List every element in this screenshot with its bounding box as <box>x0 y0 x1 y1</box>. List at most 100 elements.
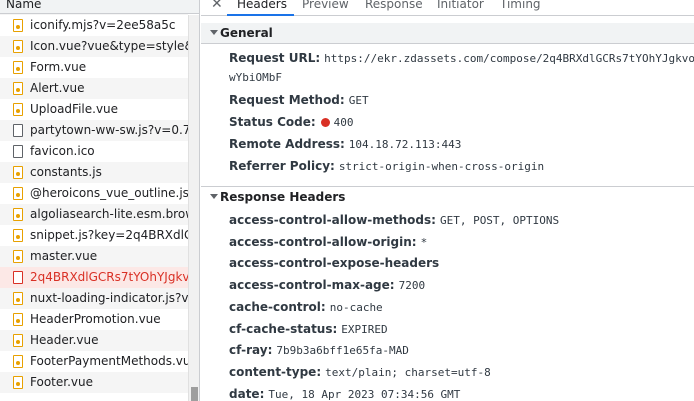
header-key: access-control-max-age: <box>229 278 395 293</box>
name-column-header[interactable]: Name <box>0 0 199 14</box>
response-header-row: cf-cache-status: EXPIRED <box>229 322 388 336</box>
request-rows: offline.mjs?v=2ee58a5ciconify.mjs?v=2ee5… <box>0 0 188 393</box>
request-row[interactable]: Icon.vue?vue&type=style&in... <box>0 36 188 57</box>
close-icon[interactable]: ✕ <box>211 0 223 12</box>
request-name: master.vue <box>30 249 98 263</box>
request-url-value-continued: wYbiOMbF <box>229 71 282 84</box>
response-headers-section-header[interactable]: Response Headers <box>201 186 694 207</box>
header-value: EXPIRED <box>341 322 388 336</box>
request-name: @heroicons_vue_outline.js?... <box>30 186 188 200</box>
request-name: constants.js <box>30 165 102 179</box>
request-row[interactable]: iconify.mjs?v=2ee58a5c <box>0 15 188 36</box>
response-header-row: cache-control: no-cache <box>229 300 383 314</box>
request-name: algoliasearch-lite.esm.brows... <box>30 207 188 221</box>
request-row[interactable]: master.vue <box>0 246 188 267</box>
request-row[interactable]: constants.js <box>0 162 188 183</box>
status-code-value: 400 <box>333 116 354 129</box>
request-row[interactable]: Form.vue <box>0 57 188 78</box>
tab-initiator[interactable]: Initiator <box>437 0 484 11</box>
header-key: content-type: <box>229 364 322 379</box>
request-url-row: Request URL: https://ekr.zdassets.com/com… <box>229 51 694 65</box>
request-name: UploadFile.vue <box>30 102 119 116</box>
status-code-label: Status Code: <box>229 115 316 129</box>
header-value: text/plain; charset=utf-8 <box>325 365 491 379</box>
remote-address-value: 104.18.72.113:443 <box>348 138 462 151</box>
request-name: favicon.ico <box>30 144 95 158</box>
header-key: cf-cache-status: <box>229 321 338 336</box>
request-row[interactable]: Header.vue <box>0 330 188 351</box>
request-row[interactable]: UploadFile.vue <box>0 99 188 120</box>
request-row[interactable]: nuxt-loading-indicator.js?v=2... <box>0 288 188 309</box>
header-value: Tue, 18 Apr 2023 07:34:56 GMT <box>268 387 461 401</box>
request-row[interactable]: HeaderPromotion.vue <box>0 309 188 330</box>
request-name: FooterPaymentMethods.vue <box>30 354 188 368</box>
js-file-icon <box>13 187 23 200</box>
request-row[interactable]: Footer.vue <box>0 372 188 393</box>
request-row[interactable]: partytown-ww-sw.js?v=0.7.6 <box>0 120 188 141</box>
js-file-icon <box>13 292 23 305</box>
js-file-icon <box>13 229 23 242</box>
header-key: access-control-allow-origin: <box>229 234 417 249</box>
request-row-selected[interactable]: 2q4BRXdlGCRs7tYOhYJgkvo... <box>0 267 188 288</box>
header-key: cache-control: <box>229 299 326 314</box>
header-value: no-cache <box>329 300 383 314</box>
details-tab-bar: ✕ Headers Preview Response Initiator Tim… <box>201 0 694 16</box>
tab-response[interactable]: Response <box>365 0 423 11</box>
response-header-row: access-control-allow-origin: * <box>229 235 427 249</box>
header-value: GET, POST, OPTIONS <box>439 214 560 227</box>
request-row[interactable]: FooterPaymentMethods.vue <box>0 351 188 372</box>
request-name: Alert.vue <box>30 81 85 95</box>
request-name: snippet.js?key=2q4BRXdlGC... <box>30 228 188 242</box>
request-row[interactable]: favicon.ico <box>0 141 188 162</box>
referrer-policy-row: Referrer Policy: strict-origin-when-cross… <box>229 159 544 173</box>
tab-headers[interactable]: Headers <box>237 0 287 11</box>
general-section-title: General <box>220 26 273 40</box>
response-header-row: access-control-max-age: 7200 <box>229 278 425 292</box>
request-method-row: Request Method: GET <box>229 93 369 107</box>
js-file-icon <box>13 166 23 179</box>
request-name: nuxt-loading-indicator.js?v=2... <box>30 291 188 305</box>
header-value: 7200 <box>398 279 426 293</box>
request-method-label: Request Method: <box>229 93 345 107</box>
request-list-scrollbar[interactable] <box>188 15 199 401</box>
header-value: * <box>420 235 428 249</box>
request-name: 2q4BRXdlGCRs7tYOhYJgkvo... <box>30 270 188 284</box>
js-file-icon <box>13 61 23 74</box>
referrer-policy-label: Referrer Policy: <box>229 159 335 173</box>
header-value: 7b9b3a6bff1e65fa-MAD <box>276 344 409 358</box>
general-section-header[interactable]: General <box>201 23 694 44</box>
tab-timing[interactable]: Timing <box>500 0 541 11</box>
name-column-label: Name <box>6 0 42 11</box>
active-tab-indicator <box>227 14 294 16</box>
request-row[interactable]: Alert.vue <box>0 78 188 99</box>
scrollbar-thumb[interactable] <box>191 387 198 401</box>
js-file-icon <box>13 40 23 53</box>
expand-triangle-icon <box>210 30 218 35</box>
request-name: Footer.vue <box>30 375 93 389</box>
document-icon <box>13 145 23 158</box>
js-file-icon <box>13 334 23 347</box>
error-status-icon <box>320 118 330 127</box>
request-details-panel: ✕ Headers Preview Response Initiator Tim… <box>201 0 694 401</box>
response-headers-title: Response Headers <box>220 190 346 204</box>
js-file-icon <box>13 208 23 221</box>
tab-preview[interactable]: Preview <box>302 0 349 11</box>
response-header-row: date: Tue, 18 Apr 2023 07:34:56 GMT <box>229 387 460 401</box>
request-name: partytown-ww-sw.js?v=0.7.6 <box>30 123 188 137</box>
request-name: Icon.vue?vue&type=style&in... <box>30 39 188 53</box>
js-file-icon <box>13 82 23 95</box>
request-url-value: https://ekr.zdassets.com/compose/2q4BRXd… <box>324 52 694 65</box>
remote-address-label: Remote Address: <box>229 137 345 151</box>
status-code-row: Status Code: 400 <box>229 115 354 129</box>
response-header-row: access-control-expose-headers <box>229 256 443 270</box>
js-file-icon <box>13 250 23 263</box>
request-row[interactable]: algoliasearch-lite.esm.brows... <box>0 204 188 225</box>
request-row[interactable]: @heroicons_vue_outline.js?... <box>0 183 188 204</box>
header-key: access-control-expose-headers <box>229 256 440 271</box>
response-header-row: content-type: text/plain; charset=utf-8 <box>229 365 491 379</box>
request-row[interactable]: snippet.js?key=2q4BRXdlGC... <box>0 225 188 246</box>
js-file-icon <box>13 376 23 389</box>
request-name: iconify.mjs?v=2ee58a5c <box>30 18 176 32</box>
header-key: date: <box>229 386 265 401</box>
js-file-icon <box>13 355 23 368</box>
